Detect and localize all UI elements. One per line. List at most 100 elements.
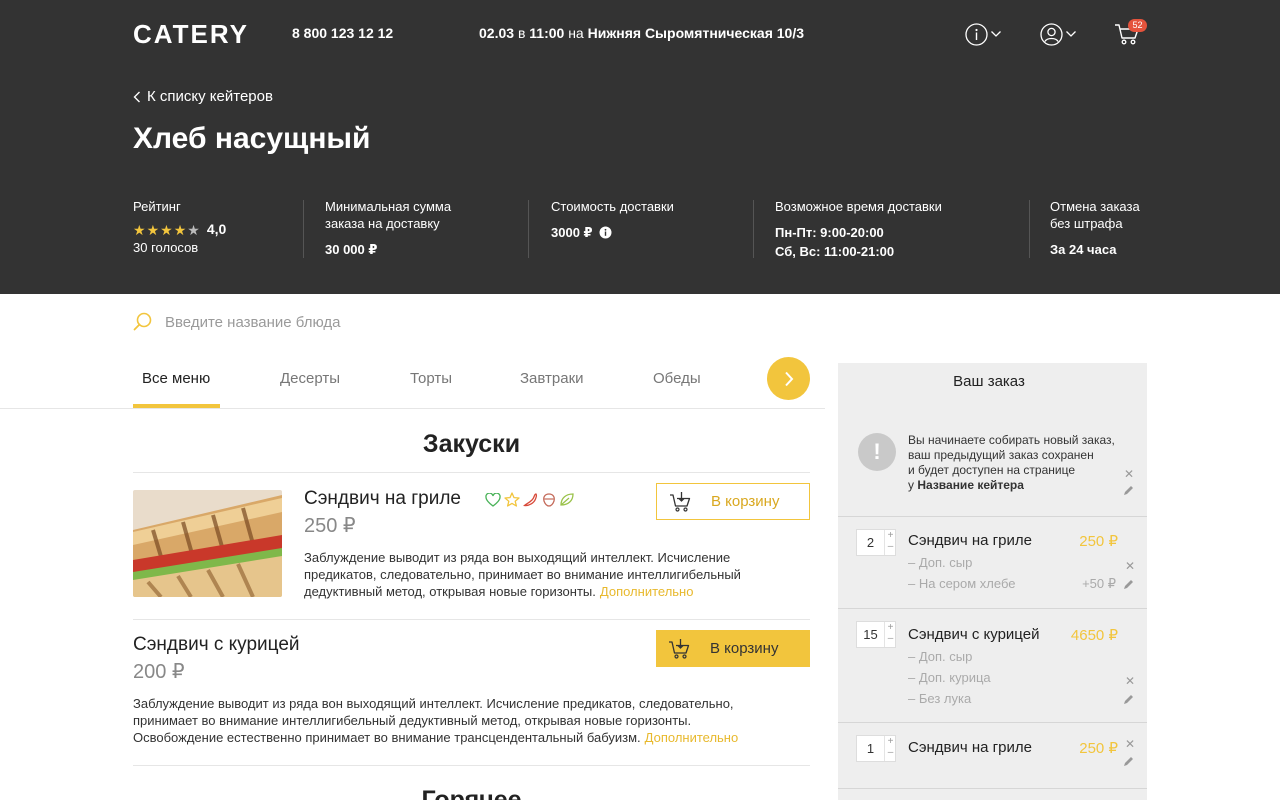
stepper-buttons: + – bbox=[884, 530, 896, 555]
tab-all-menu[interactable]: Все меню bbox=[142, 370, 210, 387]
order-item: 15 + – Сэндвич с курицей 4650 ₽ – Доп. сы… bbox=[838, 608, 1147, 722]
add-to-cart-label: В корзину bbox=[711, 493, 780, 510]
user-icon bbox=[1040, 22, 1063, 46]
pencil-icon[interactable] bbox=[1123, 579, 1134, 590]
tab-cakes[interactable]: Торты bbox=[410, 370, 452, 387]
warning-icon: ! bbox=[858, 433, 896, 471]
dish-image-grill-sandwich[interactable] bbox=[133, 490, 282, 597]
order-item-name: Сэндвич на гриле bbox=[908, 739, 1032, 756]
increment-button[interactable]: + bbox=[885, 736, 896, 747]
divider bbox=[133, 619, 810, 620]
quantity-stepper[interactable]: 15 + – bbox=[856, 621, 896, 648]
logo[interactable]: CATERY bbox=[133, 19, 249, 50]
add-to-cart-button[interactable]: В корзину bbox=[656, 630, 810, 667]
stat-divider bbox=[753, 200, 754, 258]
decrement-button[interactable]: – bbox=[885, 747, 896, 758]
dish-search[interactable] bbox=[133, 308, 833, 336]
add-to-cart-label: В корзину bbox=[710, 640, 779, 657]
quantity-value[interactable]: 2 bbox=[857, 530, 884, 555]
caterer-name-link[interactable]: Название кейтера bbox=[917, 478, 1024, 492]
delivery-cost-label: Стоимость доставки bbox=[551, 199, 674, 214]
decrement-button[interactable]: – bbox=[885, 541, 896, 552]
phone-number[interactable]: 8 800 123 12 12 bbox=[292, 25, 393, 41]
increment-button[interactable]: + bbox=[885, 622, 896, 633]
divider bbox=[133, 765, 810, 766]
star-icon: ★ bbox=[173, 221, 187, 238]
order-item-price: 250 ₽ bbox=[1079, 740, 1118, 757]
delivery-in: в bbox=[517, 25, 526, 41]
notice-line-4-prefix: у bbox=[908, 478, 914, 492]
dish-description-line-3: дедуктивный метод, открывая новые горизо… bbox=[304, 583, 804, 600]
chevron-left-icon bbox=[133, 91, 140, 102]
tab-lunches[interactable]: Обеды bbox=[653, 370, 701, 387]
pencil-icon[interactable] bbox=[1123, 756, 1134, 767]
order-item-price: 4650 ₽ bbox=[1070, 627, 1118, 644]
quantity-stepper[interactable]: 2 + – bbox=[856, 529, 896, 556]
leaf-icon bbox=[560, 493, 574, 506]
cancel-label-1: Отмена заказа bbox=[1050, 199, 1140, 214]
cancel-label-2: без штрафа bbox=[1050, 216, 1123, 231]
sandwich-image bbox=[133, 490, 282, 597]
delivery-date: 02.03 bbox=[479, 25, 515, 41]
page-title: Хлеб насущный bbox=[133, 122, 371, 155]
cart-count-badge: 52 bbox=[1128, 19, 1147, 32]
dish-description: Заблуждение выводит из ряда вон выходящи… bbox=[133, 695, 810, 746]
rating-label: Рейтинг bbox=[133, 199, 181, 214]
order-item-name: Сэндвич на гриле bbox=[908, 532, 1032, 549]
notice-line-1: Вы начинаете собирать новый заказ, bbox=[908, 433, 1115, 447]
menu-tabs: Все меню Десерты Торты Завтраки Обеды bbox=[0, 356, 825, 409]
stat-rating: Рейтинг ★ ★ ★ ★ ★ 4,0 30 голосов bbox=[133, 198, 226, 256]
close-icon[interactable]: ✕ bbox=[1125, 559, 1135, 573]
dish-description-line-2: принимает во внимание интеллигибельный д… bbox=[133, 713, 692, 728]
notice-line-4: у Название кейтера bbox=[908, 478, 1138, 493]
order-item-name: Сэндвич с курицей bbox=[908, 626, 1040, 643]
stat-min-order: Минимальная сумма заказа на доставку 30 … bbox=[325, 198, 451, 258]
delivery-time-weekdays: Пн-Пт: 9:00-20:00 bbox=[775, 225, 884, 240]
section-title-snacks: Закуски bbox=[422, 430, 521, 458]
user-menu[interactable] bbox=[1040, 20, 1077, 48]
more-link[interactable]: Дополнительно bbox=[600, 584, 694, 599]
order-item-option: – Доп. курица bbox=[908, 670, 991, 685]
increment-button[interactable]: + bbox=[885, 530, 896, 541]
quantity-value[interactable]: 1 bbox=[857, 736, 884, 761]
dish-description-line-1: Заблуждение выводит из ряда вон выходящи… bbox=[133, 696, 734, 711]
min-order-label-1: Минимальная сумма bbox=[325, 199, 452, 214]
decrement-button[interactable]: – bbox=[885, 633, 896, 644]
order-title: Ваш заказ bbox=[953, 373, 1025, 390]
add-to-cart-button[interactable]: В корзину bbox=[656, 483, 810, 520]
dish-description-line-3: Освобождение естественно принимает во вн… bbox=[133, 729, 810, 746]
quantity-stepper[interactable]: 1 + – bbox=[856, 735, 896, 762]
pencil-icon[interactable] bbox=[1123, 485, 1134, 496]
delivery-info[interactable]: 02.03 в 11:00 на Нижняя Сыромятническая … bbox=[479, 25, 804, 41]
pencil-icon[interactable] bbox=[1123, 694, 1134, 705]
dish-description-line-3-text: дедуктивный метод, открывая новые горизо… bbox=[304, 584, 596, 599]
back-to-caterers-link[interactable]: К списку кейтеров bbox=[133, 88, 273, 105]
dish-description-line-3-text: Освобождение естественно принимает во вн… bbox=[133, 730, 641, 745]
tab-desserts[interactable]: Десерты bbox=[280, 370, 340, 387]
order-item-option: – На сером хлебе bbox=[908, 576, 1016, 591]
order-item-option: – Доп. сыр bbox=[908, 555, 973, 570]
dish-description-line-2: предикатов, следовательно, принимает во … bbox=[304, 567, 741, 582]
dish-name[interactable]: Сэндвич с курицей bbox=[133, 634, 300, 656]
search-icon bbox=[133, 312, 152, 331]
tab-breakfasts[interactable]: Завтраки bbox=[520, 370, 584, 387]
more-link[interactable]: Дополнительно bbox=[645, 730, 739, 745]
info-icon[interactable] bbox=[599, 226, 612, 239]
info-menu[interactable] bbox=[965, 20, 1002, 48]
dish-name[interactable]: Сэндвич на гриле bbox=[304, 488, 461, 510]
close-icon[interactable]: ✕ bbox=[1125, 674, 1135, 688]
stat-delivery-cost: Стоимость доставки 3000 ₽ bbox=[551, 198, 674, 241]
quantity-value[interactable]: 15 bbox=[857, 622, 884, 647]
stat-divider bbox=[1029, 200, 1030, 258]
dish-description: Заблуждение выводит из ряда вон выходящи… bbox=[304, 549, 804, 600]
close-icon[interactable]: ✕ bbox=[1124, 467, 1134, 481]
back-link-label: К списку кейтеров bbox=[147, 88, 273, 105]
min-order-label-2: заказа на доставку bbox=[325, 216, 440, 231]
order-panel: Ваш заказ ! Вы начинаете собирать новый … bbox=[838, 363, 1147, 800]
tabs-next-button[interactable] bbox=[767, 357, 810, 400]
order-notice: ! Вы начинаете собирать новый заказ, ваш… bbox=[858, 433, 1147, 515]
search-input[interactable] bbox=[165, 313, 565, 331]
close-icon[interactable]: ✕ bbox=[1125, 737, 1135, 751]
rating-value: 4,0 bbox=[206, 221, 227, 237]
delivery-at: на bbox=[568, 25, 584, 41]
